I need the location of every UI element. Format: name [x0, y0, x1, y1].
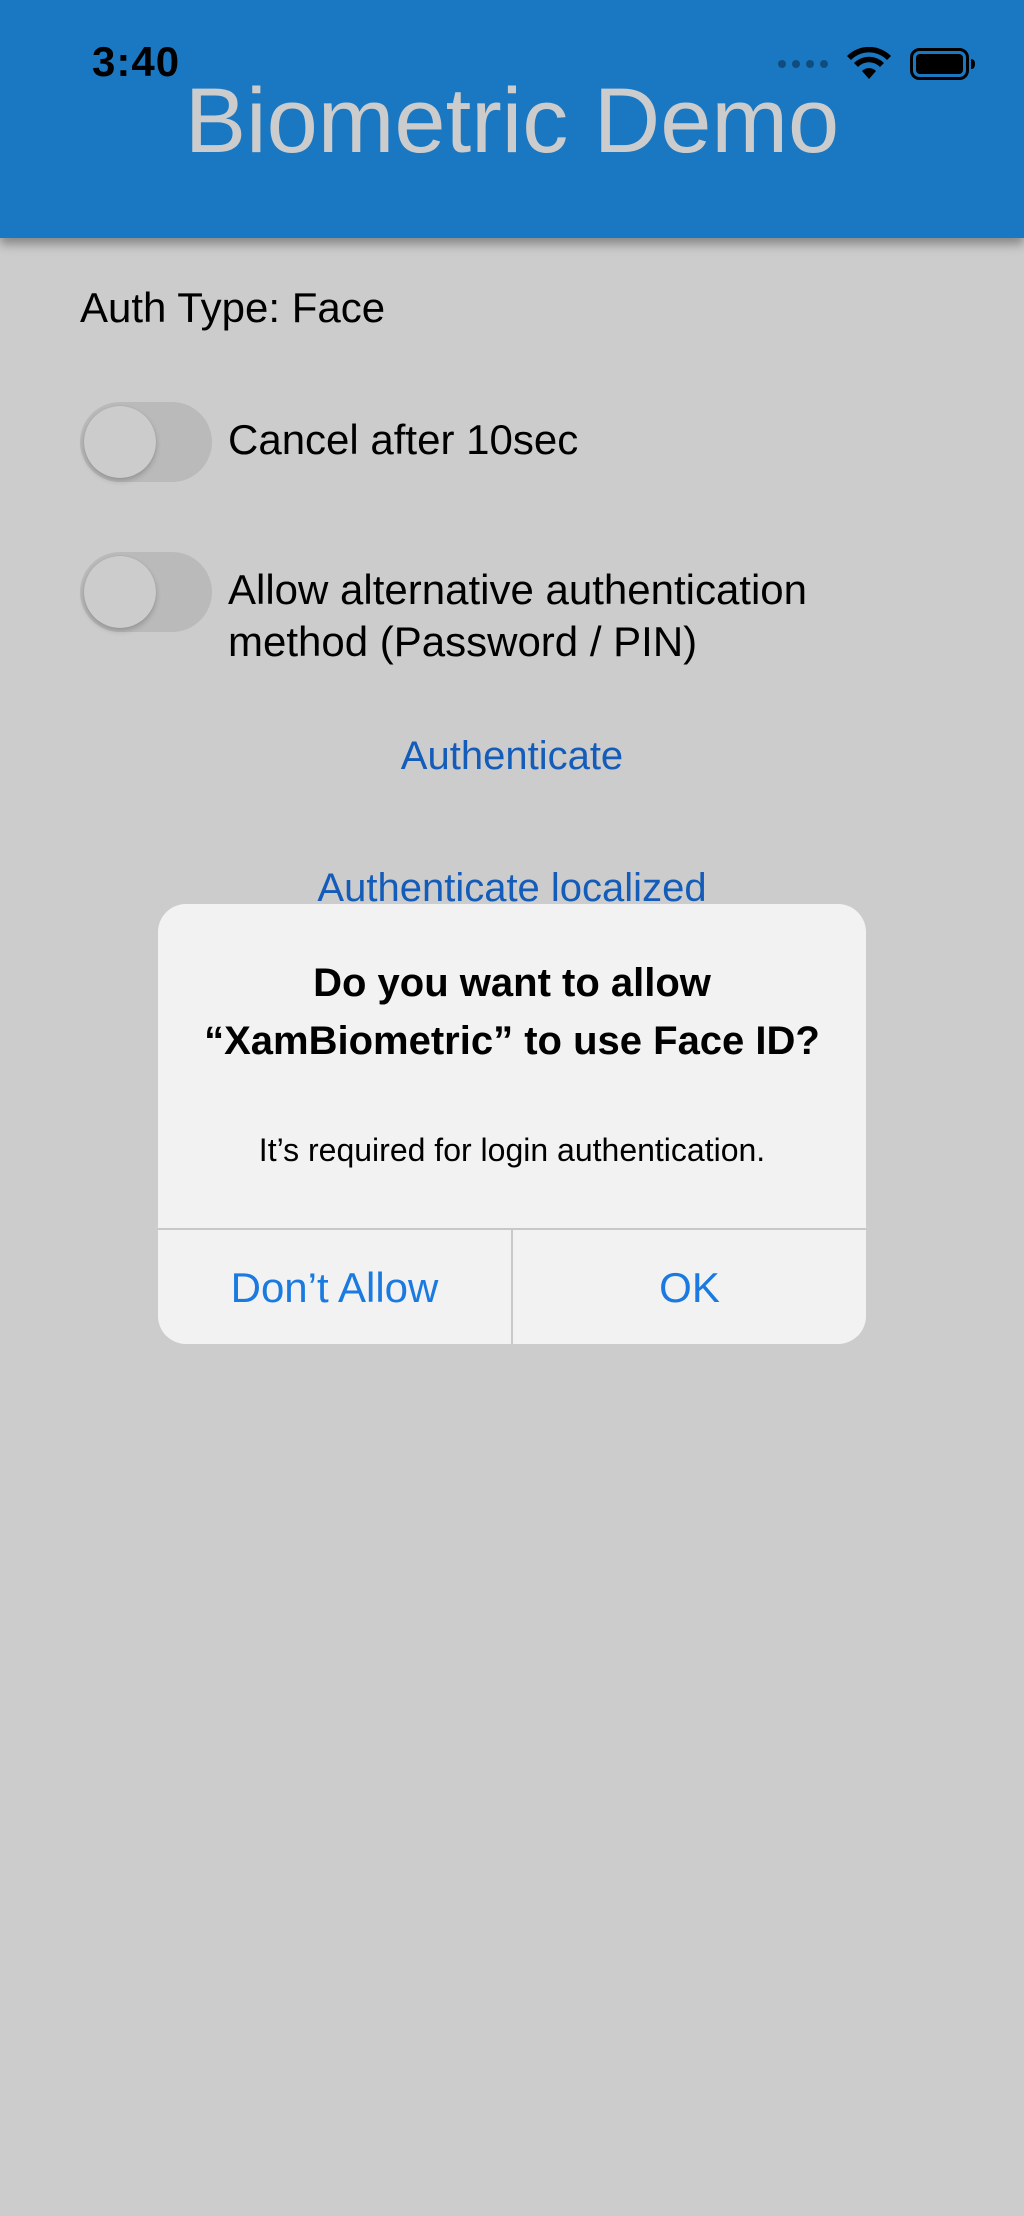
ok-button[interactable]: OK — [511, 1230, 866, 1344]
alert-button-row: Don’t Allow OK — [158, 1228, 866, 1344]
alert-title: Do you want to allow “XamBiometric” to u… — [204, 961, 820, 1063]
app-screen: 3:40 Biometric Demo Auth Type: Face Canc… — [0, 0, 1024, 2216]
alert-message: It’s required for login authentication. — [258, 1132, 766, 1168]
dont-allow-button[interactable]: Don’t Allow — [158, 1230, 511, 1344]
face-id-permission-alert: Do you want to allow “XamBiometric” to u… — [158, 904, 866, 1344]
